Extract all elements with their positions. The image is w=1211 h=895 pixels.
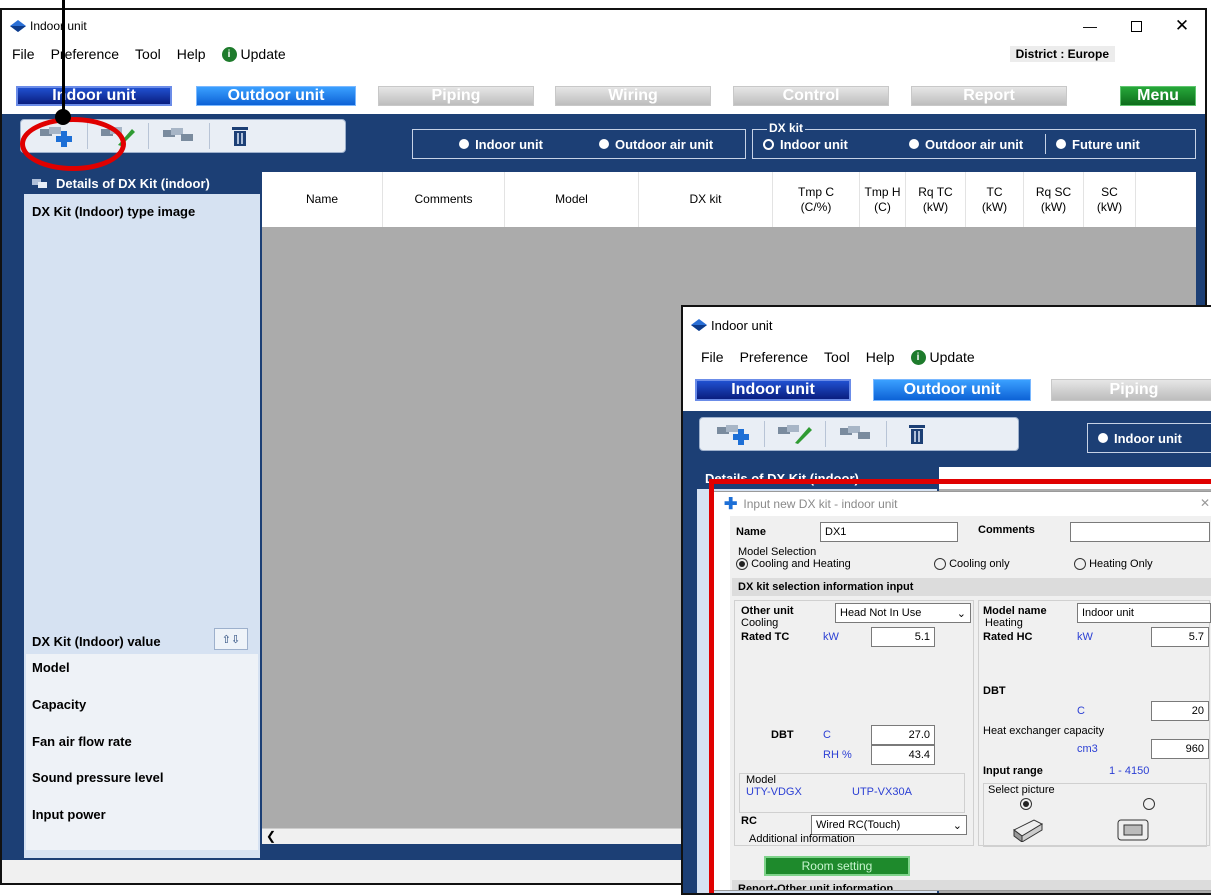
radio-outdoor-air-unit[interactable]: Outdoor air unit: [589, 130, 723, 158]
tab-wiring[interactable]: Wiring: [555, 86, 711, 106]
scroll-left-icon[interactable]: ❮: [266, 829, 276, 843]
unit-type-radio-group: Indoor unit Outdoor air unit: [412, 129, 746, 159]
grid-header: Name Comments Model DX kit Tmp C (C/%) Tm…: [262, 172, 1196, 228]
update-label: Update: [240, 46, 286, 62]
menu-help[interactable]: Help: [858, 349, 903, 365]
tab-piping[interactable]: Piping: [1051, 379, 1211, 401]
radio-indoor-unit[interactable]: Indoor unit: [1088, 424, 1192, 452]
radio-dot-icon: [1056, 139, 1066, 149]
menu-update[interactable]: i Update: [903, 349, 983, 365]
second-menubar: File Preference Tool Help i Update: [683, 343, 1211, 371]
col-comments[interactable]: Comments: [383, 172, 505, 227]
details-header: Details of DX Kit (indoor): [24, 172, 260, 194]
tab-control[interactable]: Control: [733, 86, 889, 106]
minimize-button[interactable]: —: [1067, 10, 1113, 42]
tab-report[interactable]: Report: [911, 86, 1067, 106]
add-dx-kit-button[interactable]: [704, 420, 764, 448]
annotation-dot: [55, 109, 71, 125]
details-panel: Details of DX Kit (indoor) DX Kit (Indoo…: [24, 172, 260, 858]
maximize-button[interactable]: [1113, 10, 1159, 42]
annotation-line: [62, 0, 65, 115]
col-tmp-c[interactable]: Tmp C (C/%): [773, 172, 860, 227]
dialog-highlight-frame: [709, 479, 1211, 893]
delete-dx-kit-button[interactable]: [887, 420, 947, 448]
radio-indoor-unit[interactable]: Indoor unit: [413, 130, 589, 158]
col-dx-kit[interactable]: DX kit: [639, 172, 773, 227]
tool-group: [699, 417, 1019, 451]
annotation-marker: [20, 117, 126, 171]
col-rq-tc[interactable]: Rq TC (kW): [906, 172, 966, 227]
radio-dot-icon: [1098, 433, 1108, 443]
copy-dx-kit-button[interactable]: [149, 122, 209, 150]
trash-icon: [232, 127, 248, 146]
col-sc[interactable]: SC (kW): [1084, 172, 1136, 227]
add-unit-icon: [717, 425, 749, 445]
menu-help[interactable]: Help: [169, 46, 214, 62]
main-window-title: Indoor unit: [30, 19, 87, 33]
col-model[interactable]: Model: [505, 172, 639, 227]
col-rq-sc[interactable]: Rq SC (kW): [1024, 172, 1084, 227]
radio-dot-icon: [909, 139, 919, 149]
menu-preference[interactable]: Preference: [43, 46, 127, 62]
menu-tool[interactable]: Tool: [816, 349, 858, 365]
dx-kit-radio-group: DX kit Indoor unit Outdoor air unit Futu…: [752, 121, 1196, 159]
info-icon: i: [221, 46, 237, 62]
copy-dx-kit-button[interactable]: [826, 420, 886, 448]
copy-unit-icon: [163, 128, 193, 141]
tab-menu[interactable]: Menu: [1120, 86, 1196, 106]
menu-update[interactable]: i Update: [214, 46, 294, 62]
close-button[interactable]: ✕: [1159, 10, 1205, 42]
tab-indoor-unit[interactable]: Indoor unit: [16, 86, 172, 106]
main-menubar: File Preference Tool Help i Update Distr…: [2, 42, 1205, 66]
details-icon: [32, 179, 47, 188]
radio-dot-icon: [599, 139, 609, 149]
menu-tool[interactable]: Tool: [127, 46, 169, 62]
second-window-title: Indoor unit: [711, 317, 773, 333]
tab-indoor-unit[interactable]: Indoor unit: [695, 379, 851, 401]
app-logo-icon: [691, 319, 707, 331]
col-tmp-h[interactable]: Tmp H (C): [860, 172, 906, 227]
menu-file[interactable]: File: [693, 349, 732, 365]
info-icon: i: [910, 349, 926, 365]
value-row-sound-pressure: Sound pressure level: [32, 770, 164, 785]
tab-piping[interactable]: Piping: [378, 86, 534, 106]
second-titlebar: Indoor unit: [683, 307, 1211, 343]
value-row-fan-air-flow: Fan air flow rate: [32, 734, 132, 749]
tab-outdoor-unit[interactable]: Outdoor unit: [196, 86, 356, 106]
main-toolbar: Indoor unit Outdoor air unit DX kit Indo…: [2, 114, 1205, 160]
main-tab-strip: Indoor unit Outdoor unit Piping Wiring C…: [2, 66, 1205, 114]
radio-dot-icon: [459, 139, 470, 149]
sort-toggle-button[interactable]: ⇧⇩: [214, 628, 248, 650]
menu-preference[interactable]: Preference: [732, 349, 816, 365]
app-logo-icon: [10, 20, 26, 32]
second-window: Indoor unit File Preference Tool Help i …: [681, 305, 1211, 895]
trash-icon: [909, 425, 925, 444]
unit-type-radio-group: Indoor unit: [1087, 423, 1211, 453]
main-titlebar: Indoor unit — ✕: [2, 10, 1205, 42]
radio-dx-outdoor-air-unit[interactable]: Outdoor air unit: [899, 130, 1045, 158]
value-label: DX Kit (Indoor) value: [32, 634, 161, 649]
edit-dx-kit-button[interactable]: [765, 420, 825, 448]
delete-dx-kit-button[interactable]: [210, 122, 270, 150]
copy-unit-icon: [840, 426, 870, 439]
radio-future-unit[interactable]: Future unit: [1046, 130, 1150, 158]
district-badge: District : Europe: [1009, 46, 1115, 62]
menu-file[interactable]: File: [4, 46, 43, 62]
radio-selected-icon: [763, 138, 774, 150]
dx-kit-group-label: DX kit: [767, 121, 806, 135]
sort-arrows-icon: ⇧⇩: [221, 633, 241, 646]
col-tc[interactable]: TC (kW): [966, 172, 1024, 227]
edit-unit-icon: [778, 425, 812, 444]
value-row-capacity: Capacity: [32, 697, 87, 712]
col-name[interactable]: Name: [262, 172, 383, 227]
type-image-label: DX Kit (Indoor) type image: [32, 204, 196, 219]
tab-outdoor-unit[interactable]: Outdoor unit: [873, 379, 1031, 401]
value-row-input-power: Input power: [32, 807, 106, 822]
value-list: Model Capacity Fan air flow rate Sound p…: [26, 654, 258, 850]
value-row-model: Model: [32, 660, 70, 675]
